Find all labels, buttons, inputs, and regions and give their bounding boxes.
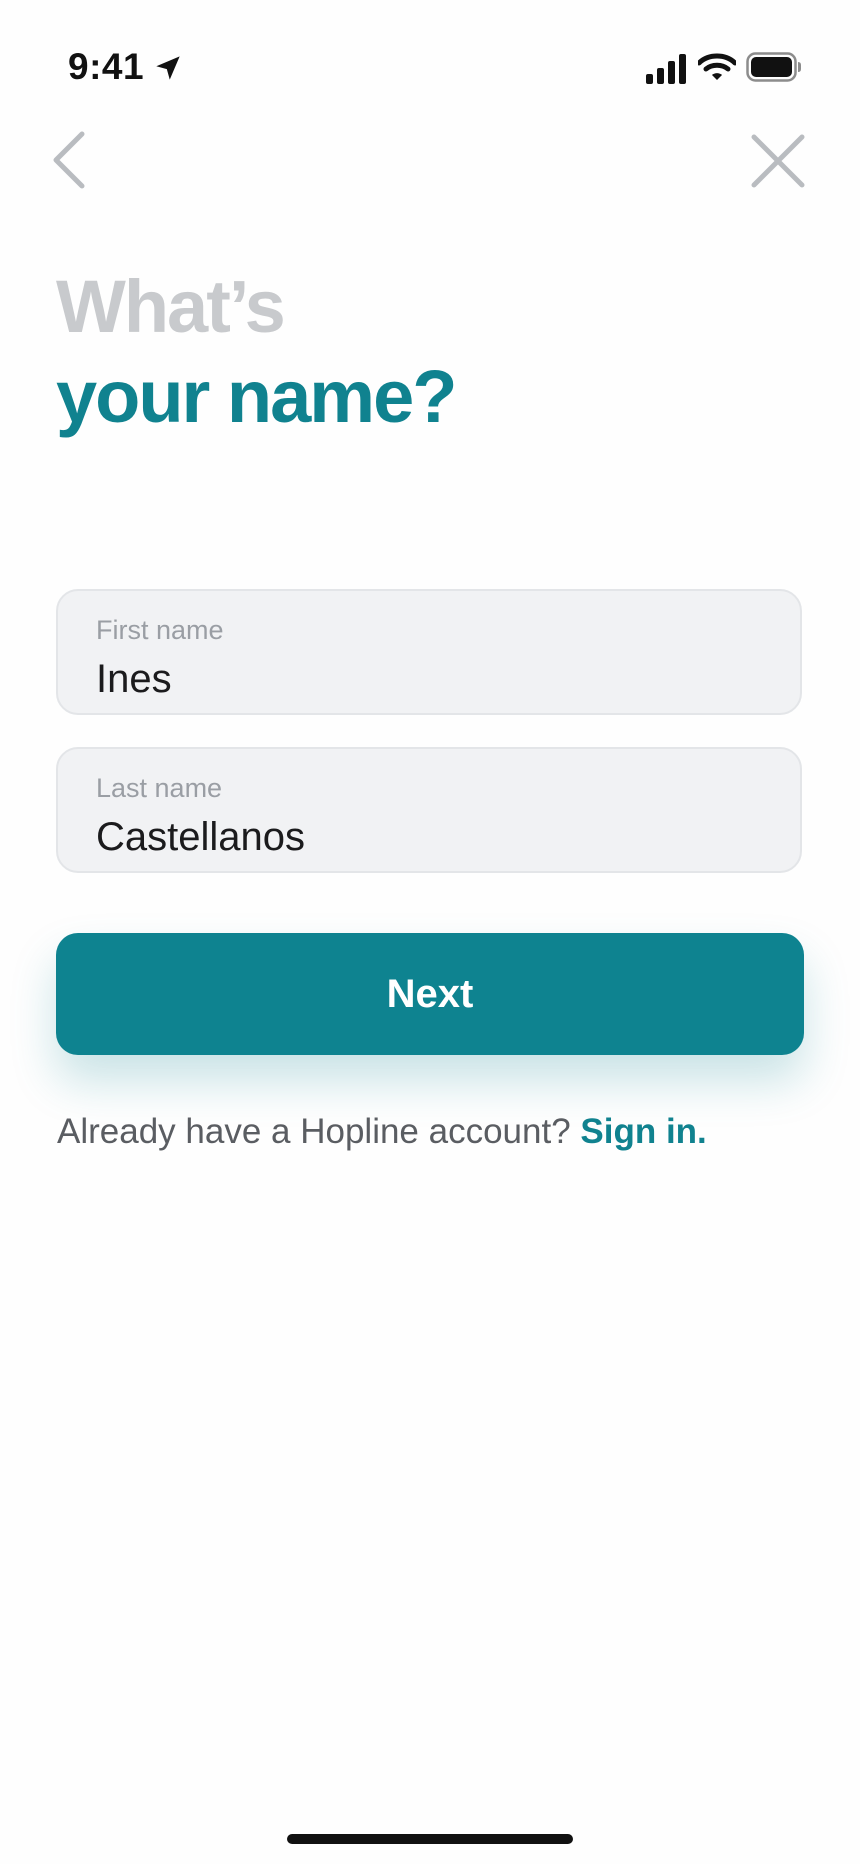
last-name-value[interactable]: Castellanos [96,815,305,860]
signin-prompt-text: Already have a Hopline account? [57,1112,571,1151]
battery-icon [746,52,801,82]
signin-prompt: Already have a Hopline account? Sign in. [57,1112,707,1152]
cellular-signal-icon [646,54,686,84]
back-button[interactable] [46,128,94,192]
status-time: 9:41 [68,46,145,87]
signup-name-screen: 9:41 What’s your name? First name Ines L… [0,0,860,1864]
location-arrow-icon [156,56,180,80]
next-button[interactable]: Next [56,933,804,1055]
close-button[interactable] [748,134,808,188]
last-name-label: Last name [96,773,223,803]
last-name-field[interactable]: Last name Castellanos [56,747,802,873]
signin-link[interactable]: Sign in. [580,1112,706,1151]
first-name-value[interactable]: Ines [96,657,172,702]
wifi-icon [698,53,736,80]
first-name-label: First name [96,615,224,645]
page-title-line-1: What’s [56,265,286,348]
first-name-field[interactable]: First name Ines [56,589,802,715]
page-title: What’s your name? [56,262,457,442]
home-indicator[interactable] [287,1834,573,1844]
status-bar: 9:41 [0,0,860,120]
chevron-left-icon [53,131,85,189]
page-title-line-2: your name? [56,355,457,438]
close-icon [751,134,805,188]
